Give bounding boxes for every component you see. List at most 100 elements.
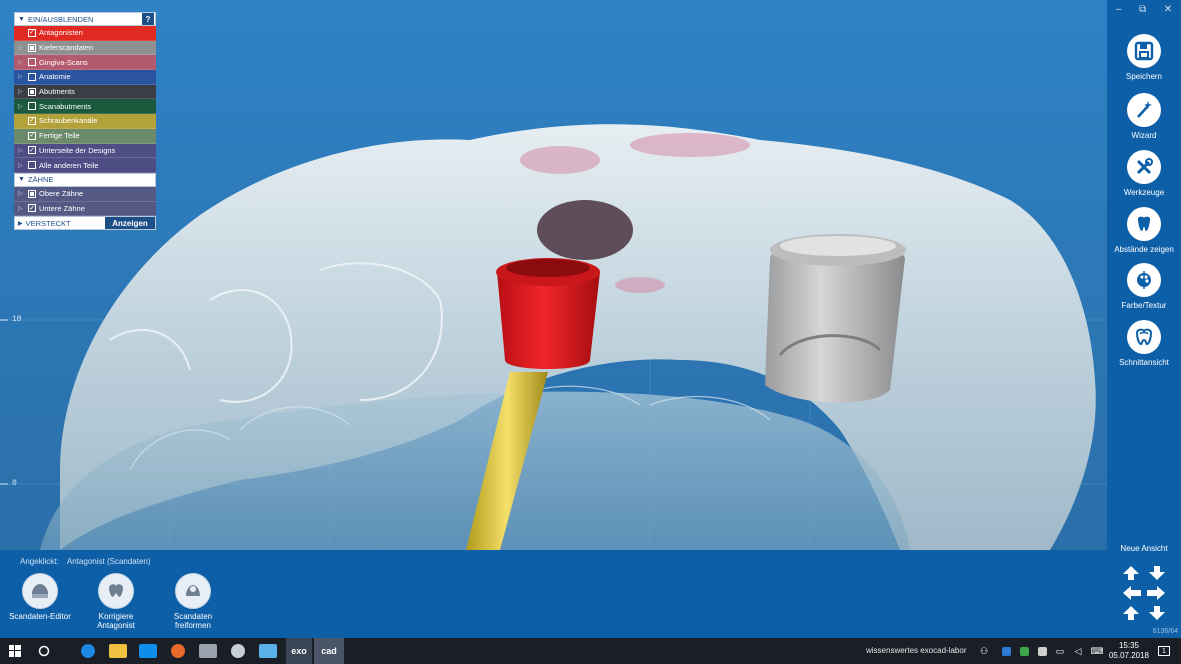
expand-arrow-icon[interactable]: ▷ [18,190,28,197]
taskbar-app-viewer[interactable] [256,638,280,664]
close-button[interactable]: ✕ [1164,4,1172,15]
correct-antagonist-button[interactable]: Korrigiere Antagonist [78,573,154,630]
visibility-checkbox[interactable]: ✓ [28,116,36,125]
visibility-checkbox[interactable] [28,189,36,198]
expand-arrow-icon[interactable]: ▷ [18,147,28,154]
visibility-checkbox[interactable] [28,58,36,67]
volume-icon[interactable]: ◁ [1070,638,1086,664]
taskbar-app-cad[interactable]: cad [314,638,344,664]
visibility-checkbox[interactable] [28,87,36,96]
visibility-rows: ✓ Antagonisten ▷ Kieferscandaten ▷ Gingiva-Sc… [14,26,156,173]
visibility-checkbox[interactable] [28,102,36,111]
visibility-row[interactable]: ▷ Scanabutments [14,99,156,115]
visibility-checkbox[interactable]: ✓ [28,28,36,37]
expand-arrow-icon[interactable]: ▷ [18,88,28,95]
tray-icon-3[interactable] [1034,638,1050,664]
visibility-checkbox[interactable] [28,43,36,52]
taskbar-app-teamviewer[interactable] [136,638,160,664]
help-button[interactable]: ? [142,13,154,25]
chevron-down-icon: ▼ [18,176,25,184]
view-orientation-arrows-icon[interactable] [1121,564,1167,622]
expand-arrow-icon[interactable]: ▷ [18,205,28,212]
visibility-row[interactable]: ▷ Abutments [14,84,156,100]
image-viewer-icon [259,644,277,658]
cortana-icon [38,645,50,657]
notification-button[interactable]: 1 [1154,638,1174,664]
tray-toolbar-text[interactable]: wissenswertes exocad-labor [866,646,967,655]
remote-icon [139,644,157,658]
show-distances-button[interactable]: Abstände zeigen [1107,207,1181,254]
tools-button[interactable]: Werkzeuge [1107,150,1181,197]
palette-icon [1127,263,1161,297]
taskbar-app-explorer[interactable] [106,638,130,664]
start-button[interactable] [0,638,30,664]
visibility-row[interactable]: ▷ ✓ Untere Zähne [14,201,156,217]
clicked-info: Angeklickt: Antagonist (Scandaten) [20,557,151,566]
windows-logo-icon [9,645,21,657]
save-button[interactable]: Speichern [1107,34,1181,81]
network-icon[interactable]: ▭ [1052,638,1068,664]
visibility-row[interactable]: ✓ Antagonisten [14,26,156,41]
restore-button[interactable]: ⧉ [1139,4,1146,15]
hidden-section-label[interactable]: ▶ VERSTECKT [15,217,105,229]
visibility-header[interactable]: ▼ EIN/AUSBLENDEN ? [14,12,156,26]
save-icon [1127,34,1161,68]
expand-arrow-icon[interactable]: ▷ [18,59,28,66]
3d-viewport[interactable]: 10 0 [0,0,1107,550]
expand-arrow-icon[interactable]: ▷ [18,44,28,51]
visibility-row[interactable]: ▷ Alle anderen Teile [14,158,156,173]
visibility-row[interactable]: ✓ Schraubenkanäle [14,114,156,129]
visibility-row-label: Untere Zähne [39,203,85,213]
freeform-scan-button[interactable]: Scandaten freiformen [155,573,231,630]
folder-icon [109,644,127,658]
scan-editor-button[interactable]: Scandaten-Editor [2,573,78,621]
visibility-checkbox[interactable] [28,72,36,81]
clicked-label: Angeklickt: [20,557,59,566]
cross-section-button[interactable]: Schnittansicht [1107,320,1181,367]
taskbar-app-paint[interactable] [226,638,250,664]
app-window: 10 0 ▼ EIN/AUSBLENDEN ? ✓ Antagonisten ▷ Ki… [0,0,1181,664]
wizard-button[interactable]: Wizard [1107,93,1181,140]
taskbar-app-firefox[interactable] [166,638,190,664]
keyboard-icon[interactable]: ⌨ [1088,638,1106,664]
visibility-checkbox[interactable]: ✓ [28,204,36,213]
palette-app-icon [231,644,245,658]
visibility-checkbox[interactable]: ✓ [28,131,36,140]
cross-section-label: Schnittansicht [1119,358,1169,367]
taskbar-app-exo[interactable]: exo [286,638,312,664]
color-texture-button[interactable]: Farbe/Textur [1107,263,1181,310]
visibility-row[interactable]: ▷ Gingiva-Scans [14,55,156,71]
tray-icon-1[interactable] [998,638,1014,664]
people-icon[interactable]: ⚇ [976,638,992,664]
visibility-row[interactable]: ▷ Anatomie [14,70,156,85]
visibility-panel: ▼ EIN/AUSBLENDEN ? ✓ Antagonisten ▷ Kiefers… [14,12,156,231]
exo-label: exo [291,646,307,656]
clock-time: 15:35 [1118,641,1139,650]
tools-icon [1127,150,1161,184]
cortana-button[interactable] [32,638,56,664]
show-button[interactable]: Anzeigen [105,217,155,230]
taskbar-app-edge[interactable] [76,638,100,664]
show-distances-label: Abstände zeigen [1114,245,1174,254]
visibility-row[interactable]: ▷ Kieferscandaten [14,40,156,56]
visibility-row[interactable]: ✓ Fertige Teile [14,128,156,144]
clicked-value: Antagonist (Scandaten) [66,557,151,566]
expand-arrow-icon[interactable]: ▷ [18,103,28,110]
clock[interactable]: 15:35 05.07.2018 [1109,641,1149,661]
visibility-checkbox[interactable]: ✓ [28,146,36,155]
expand-arrow-icon[interactable]: ▷ [18,162,28,169]
teeth-section-header[interactable]: ▼ ZÄHNE [14,172,156,187]
visibility-row-label: Scanabutments [39,101,92,111]
tray-icon-2[interactable] [1016,638,1032,664]
visibility-checkbox[interactable] [28,161,36,170]
taskbar-app-calc[interactable] [196,638,220,664]
tray-app-icon [1001,646,1011,656]
freeform-scan-label: Scandaten freiformen [173,612,213,630]
correct-antagonist-icon [98,573,134,609]
expand-arrow-icon[interactable]: ▷ [18,73,28,80]
network-glyph: ▭ [1055,645,1065,656]
visibility-row[interactable]: ▷ ✓ Unterseite der Designs [14,143,156,159]
visibility-row[interactable]: ▷ Obere Zähne [14,186,156,202]
minimize-button[interactable]: – [1116,4,1122,15]
new-view-label: Neue Ansicht [1120,544,1168,553]
